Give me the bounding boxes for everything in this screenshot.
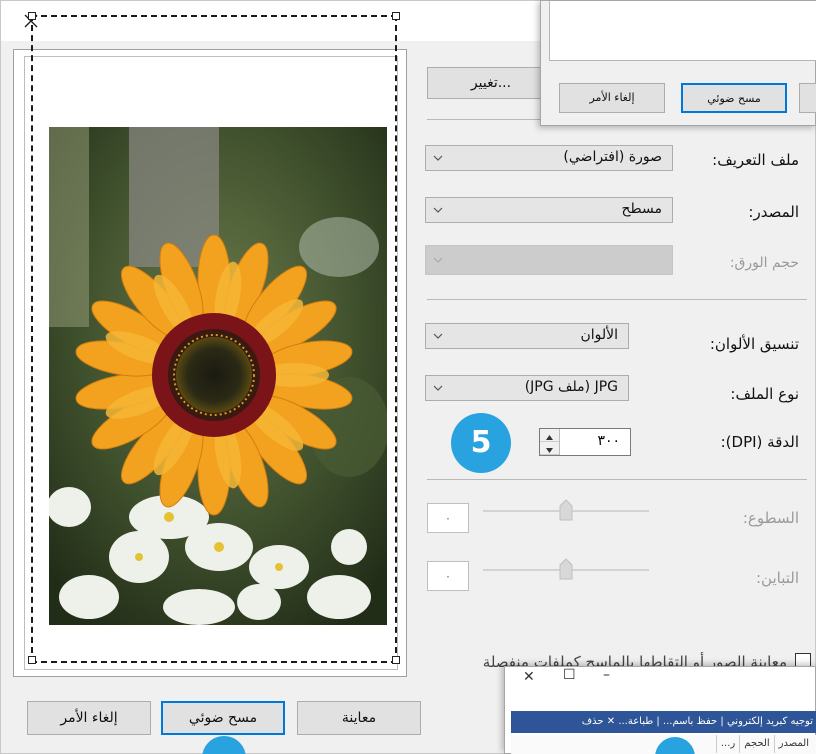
- resolution-label: الدقة (DPI):: [720, 433, 799, 451]
- chevron-down-icon: [433, 207, 443, 213]
- file-type-label: نوع الملف:: [730, 385, 799, 403]
- cancel-button[interactable]: إلغاء الأمر: [27, 701, 151, 735]
- separator: [427, 299, 807, 300]
- window-maximize-icon[interactable]: ☐: [563, 667, 576, 683]
- scanned-photo: [49, 127, 387, 625]
- contrast-value[interactable]: ٠: [427, 561, 469, 591]
- source-select[interactable]: مسطح: [425, 197, 673, 223]
- caret-down-icon: [546, 448, 553, 453]
- brightness-slider-thumb[interactable]: [559, 499, 573, 521]
- overlay-window-bottom: ✕ ☐ – توجيه كبريد إلكتروني | حفظ باسم...…: [504, 666, 816, 754]
- color-format-select[interactable]: الألوان: [425, 323, 629, 349]
- profile-value: صورة (افتراضي): [563, 149, 662, 165]
- resolution-value: ٣٠٠: [597, 433, 620, 449]
- contrast-slider-thumb[interactable]: [559, 558, 573, 580]
- crop-handle-bottom-right[interactable]: [392, 656, 400, 664]
- overlay-content-area: [549, 1, 816, 61]
- change-button[interactable]: تغيير...: [427, 67, 555, 99]
- brightness-label: السطوع:: [742, 509, 799, 527]
- source-value: مسطح: [621, 201, 662, 217]
- crop-handle-top-left[interactable]: [28, 12, 36, 20]
- chevron-down-icon: [433, 257, 443, 263]
- paper-size-label: حجم الورق:: [729, 255, 799, 271]
- chevron-down-icon: [433, 155, 443, 161]
- contrast-label: التباين:: [755, 569, 799, 587]
- brightness-value[interactable]: ٠: [427, 503, 469, 533]
- color-format-value: الألوان: [580, 327, 618, 343]
- scan-button[interactable]: مسح ضوئي: [161, 701, 285, 735]
- sunflower-image: [49, 127, 387, 625]
- preview-button[interactable]: معاينة: [297, 701, 421, 735]
- column-header[interactable]: ر...: [715, 735, 739, 753]
- chevron-down-icon: [433, 385, 443, 391]
- overlay-ribbon: توجيه كبريد إلكتروني | حفظ باسم... | طبا…: [511, 711, 816, 733]
- file-type-select[interactable]: JPG (ملف JPG): [425, 375, 629, 401]
- profile-label: ملف التعريف:: [712, 151, 799, 169]
- crop-handle-bottom-left[interactable]: [28, 656, 36, 664]
- overlay-extra-button[interactable]: [799, 83, 816, 113]
- column-header[interactable]: المصدر: [773, 735, 813, 753]
- step-badge: 5: [451, 413, 511, 473]
- source-label: المصدر:: [748, 203, 799, 221]
- stepper-up-button[interactable]: [540, 429, 559, 442]
- chevron-down-icon: [433, 333, 443, 339]
- crop-handle-top-right[interactable]: [392, 12, 400, 20]
- stepper-down-button[interactable]: [540, 442, 559, 455]
- color-format-label: تنسيق الألوان:: [709, 335, 799, 353]
- window-close-icon[interactable]: ✕: [523, 669, 535, 685]
- column-header[interactable]: الحجم: [739, 735, 773, 753]
- separator: [427, 479, 807, 480]
- overlay-cancel-button[interactable]: إلغاء الأمر: [559, 83, 665, 113]
- overlay-scan-button[interactable]: مسح ضوئي: [681, 83, 787, 113]
- paper-size-select: [425, 245, 673, 275]
- overlay-dialog-top: إلغاء الأمر مسح ضوئي: [540, 0, 816, 126]
- file-type-value: JPG (ملف JPG): [524, 379, 618, 395]
- stepper-buttons: [540, 429, 560, 455]
- profile-select[interactable]: صورة (افتراضي): [425, 145, 673, 171]
- resolution-stepper[interactable]: ٣٠٠: [539, 428, 631, 456]
- window-minimize-icon[interactable]: –: [603, 667, 610, 683]
